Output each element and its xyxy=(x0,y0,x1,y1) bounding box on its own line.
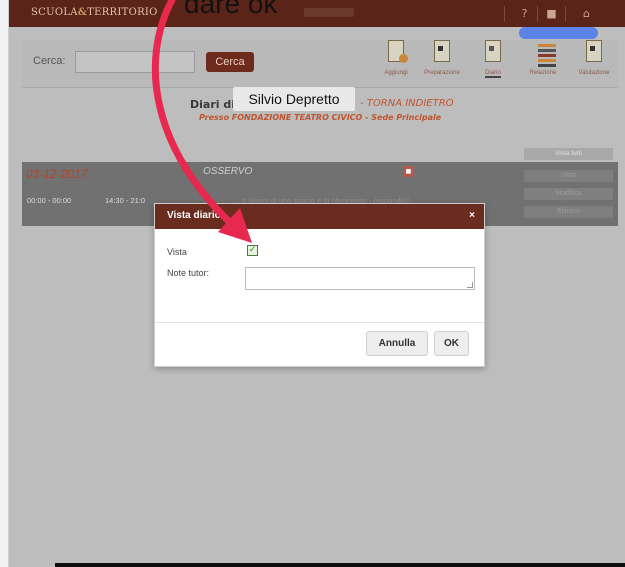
bottom-border xyxy=(55,563,625,567)
annotation-arrow-icon xyxy=(151,0,252,243)
